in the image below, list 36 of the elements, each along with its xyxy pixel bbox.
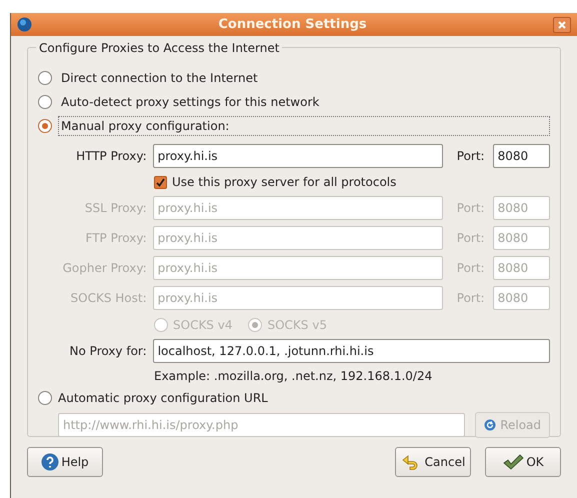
radio-label[interactable]: SOCKS v4 — [173, 316, 232, 334]
window-title: Connection Settings — [217, 16, 368, 34]
help-button[interactable]: Help — [27, 447, 103, 477]
port-label: Port: — [456, 290, 486, 307]
radio-label[interactable]: SOCKS v5 — [267, 316, 327, 334]
port-label: Port: — [456, 230, 486, 247]
checkmark-icon — [502, 453, 524, 471]
port-label: Port: — [456, 260, 486, 277]
globe-icon — [17, 17, 32, 32]
checkbox[interactable] — [154, 176, 167, 188]
radio-button[interactable] — [38, 118, 52, 132]
checkbox-label[interactable]: Use this proxy server for all protocols — [172, 173, 396, 191]
field-label: FTP Proxy: — [84, 230, 148, 247]
refresh-icon — [484, 419, 496, 431]
no-proxy-field[interactable]: localhost, 127.0.0.1, .jotunn.rhi.hi.is — [152, 339, 550, 363]
cancel-button[interactable]: Cancel — [395, 447, 471, 477]
check-icon — [156, 178, 165, 186]
host-field[interactable]: proxy.hi.is — [152, 144, 444, 168]
example-text: Example: .mozilla.org, .net.nz, 192.168.1.0/24 — [153, 368, 434, 385]
radio-button[interactable] — [38, 70, 52, 84]
radio-label[interactable]: Direct connection to the Internet — [58, 68, 261, 88]
field-label: No Proxy for: — [68, 343, 148, 360]
field-label: Gopher Proxy: — [62, 260, 148, 277]
ok-button[interactable]: OK — [485, 447, 561, 477]
field-label: SOCKS Host: — [70, 290, 148, 307]
port-label: Port: — [456, 148, 486, 165]
port-field[interactable]: 8080 — [492, 144, 550, 168]
field-label: HTTP Proxy: — [75, 148, 148, 165]
radio-label[interactable]: Auto-detect proxy settings for this network — [58, 92, 322, 112]
port-label: Port: — [456, 200, 486, 217]
close-icon — [558, 20, 566, 28]
help-icon — [41, 453, 60, 471]
field-label: SSL Proxy: — [84, 200, 148, 217]
radio-label[interactable]: Manual proxy configuration: — [58, 116, 550, 136]
close-button[interactable] — [553, 16, 571, 32]
radio-button[interactable] — [38, 94, 52, 108]
